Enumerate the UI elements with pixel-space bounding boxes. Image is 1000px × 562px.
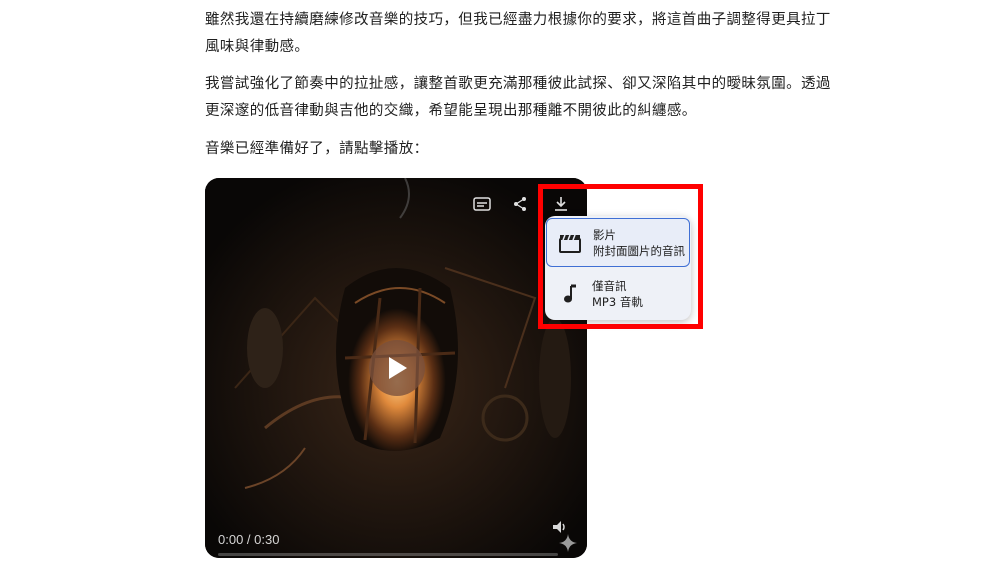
response-paragraph-1: 雖然我還在持續磨練修改音樂的技巧，但我已經盡力根據你的要求，將這首曲子調整得更具…: [205, 12, 831, 55]
sparkle-icon: [558, 533, 580, 555]
share-icon[interactable]: [506, 190, 534, 218]
play-icon: [389, 357, 407, 379]
progress-bar[interactable]: [218, 553, 558, 556]
captions-icon[interactable]: [468, 190, 496, 218]
highlight-box: [538, 184, 703, 329]
play-button[interactable]: [369, 340, 425, 396]
response-paragraph-2: 我嘗試強化了節奏中的拉扯感，讓整首歌更充滿那種彼此試探、卻又深陷其中的曖昧氛圍。…: [205, 76, 831, 119]
time-display: 0:00 / 0:30: [218, 532, 280, 547]
response-paragraph-3: 音樂已經準備好了，請點擊播放：: [205, 141, 429, 157]
